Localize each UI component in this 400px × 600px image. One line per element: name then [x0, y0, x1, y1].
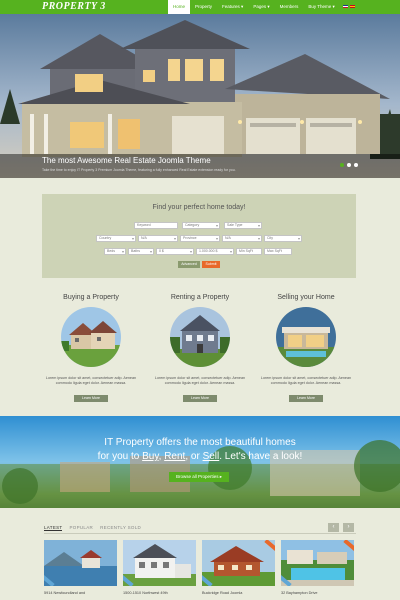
feature-text: Lorem ipsum dolor sit amet, consectetuer…	[260, 376, 352, 385]
main-nav: Home Property Features ▾ Pages ▾ Members…	[168, 0, 340, 14]
feature-text: Lorem ipsum dolor sit amet, consectetuer…	[45, 376, 137, 385]
tab-recently-sold[interactable]: RECENTLY SOLD	[100, 525, 141, 531]
buying-house-image	[61, 307, 121, 367]
flag-uk-icon[interactable]	[343, 5, 348, 8]
listing-image	[202, 540, 275, 586]
slider-pagination	[340, 163, 358, 167]
listing-card[interactable]: Buckridge Road Joomla	[202, 540, 275, 600]
property-search-form: Find your perfect home today! Keyword Ca…	[42, 194, 356, 278]
cta-line-1: IT Property offers the most beautiful ho…	[104, 437, 296, 448]
feature-buying: Buying a Property Lorem ipsum dolor sit …	[36, 294, 146, 402]
region-select[interactable]: N/A	[222, 235, 262, 242]
cta-line-2-suffix: . Let's have a look!	[219, 451, 303, 462]
site-logo[interactable]: PROPERTY 3	[42, 1, 106, 12]
min-price-select[interactable]: 0 $	[156, 248, 194, 255]
hero-subtitle: Take the time to enjoy IT Property 3 Pre…	[42, 168, 236, 172]
listing-card[interactable]: 32 Bayhampton Drive	[281, 540, 354, 600]
state-select[interactable]: N/A	[138, 235, 178, 242]
renting-house-image	[170, 307, 230, 367]
hero-title: The most Awesome Real Estate Joomla Them…	[42, 156, 211, 165]
feature-text: Lorem ipsum dolor sit amet, consectetuer…	[154, 376, 246, 385]
listing-address: Buckridge Road Joomla	[202, 591, 243, 595]
cta-text: IT Property offers the most beautiful ho…	[0, 436, 400, 464]
feature-selling: Selling your Home Lorem ipsum dolor sit …	[251, 294, 361, 402]
flag-es-icon[interactable]	[350, 5, 355, 8]
feature-title: Buying a Property	[63, 294, 119, 301]
sale-type-select[interactable]: Sale Type	[224, 222, 262, 229]
province-select[interactable]: Province	[180, 235, 220, 242]
carousel-prev-button[interactable]: ‹	[328, 523, 339, 532]
cta-rent-link[interactable]: Rent	[164, 451, 185, 462]
feature-renting: Renting a Property Lorem ipsum dolor sit…	[145, 294, 255, 402]
listing-address: 32 Bayhampton Drive	[281, 591, 318, 595]
learn-more-button[interactable]: Learn More	[74, 395, 108, 402]
beds-select[interactable]: Beds	[104, 248, 126, 255]
nav-features[interactable]: Features ▾	[217, 0, 248, 14]
nav-members[interactable]: Members	[275, 0, 304, 14]
nav-pages[interactable]: Pages ▾	[248, 0, 274, 14]
tabs-divider	[44, 533, 356, 534]
cta-banner: IT Property offers the most beautiful ho…	[0, 416, 400, 508]
cta-line-2-prefix: for you to	[97, 451, 143, 462]
learn-more-button[interactable]: Learn More	[289, 395, 323, 402]
slider-dot-2[interactable]	[347, 163, 351, 167]
nav-buy-theme[interactable]: Buy Theme ▾	[303, 0, 339, 14]
listing-image	[44, 540, 117, 586]
listing-card[interactable]: 5914 Newfoundland and	[44, 540, 117, 600]
cta-sell-link[interactable]: Sell	[203, 451, 220, 462]
max-sqft-input[interactable]: Max SqFt	[264, 248, 292, 255]
listing-address: 1500-1510 Northwest 49th	[123, 591, 168, 595]
tab-popular[interactable]: POPULAR	[69, 525, 93, 531]
search-title: Find your perfect home today!	[152, 204, 246, 211]
carousel-next-button[interactable]: ›	[343, 523, 354, 532]
feature-title: Renting a Property	[170, 294, 230, 301]
baths-select[interactable]: Baths	[128, 248, 154, 255]
listing-address: 5914 Newfoundland and	[44, 591, 86, 595]
advanced-search-button[interactable]: Advanced	[178, 261, 200, 268]
cta-buy-link[interactable]: Buy	[142, 451, 159, 462]
listing-image	[123, 540, 196, 586]
max-price-select[interactable]: 1.000.000 $	[196, 248, 234, 255]
selling-house-image	[276, 307, 336, 367]
cta-separator: , or	[185, 451, 203, 462]
nav-home[interactable]: Home	[168, 0, 191, 14]
listing-tabs: LATEST POPULAR RECENTLY SOLD	[44, 525, 141, 531]
listing-image	[281, 540, 354, 586]
feature-title: Selling your Home	[277, 294, 335, 301]
keyword-input[interactable]: Keyword	[134, 222, 178, 229]
language-switcher	[343, 5, 355, 8]
submit-search-button[interactable]: Submit	[202, 261, 220, 268]
slider-dot-3[interactable]	[354, 163, 358, 167]
learn-more-button[interactable]: Learn More	[183, 395, 217, 402]
browse-properties-button[interactable]: Browse all Properties ▸	[169, 472, 229, 482]
city-select[interactable]: City	[264, 235, 302, 242]
nav-property[interactable]: Property	[190, 0, 217, 14]
hero-slider: The most Awesome Real Estate Joomla Them…	[0, 14, 400, 178]
cta-line-2: for you to Buy, Rent, or Sell. Let's hav…	[0, 450, 400, 464]
country-select[interactable]: Country	[96, 235, 136, 242]
tab-latest[interactable]: LATEST	[44, 525, 63, 531]
min-sqft-input[interactable]: Min SqFt	[236, 248, 262, 255]
listing-card[interactable]: 1500-1510 Northwest 49th	[123, 540, 196, 600]
slider-dot-1[interactable]	[340, 163, 344, 167]
category-select[interactable]: Category	[182, 222, 220, 229]
